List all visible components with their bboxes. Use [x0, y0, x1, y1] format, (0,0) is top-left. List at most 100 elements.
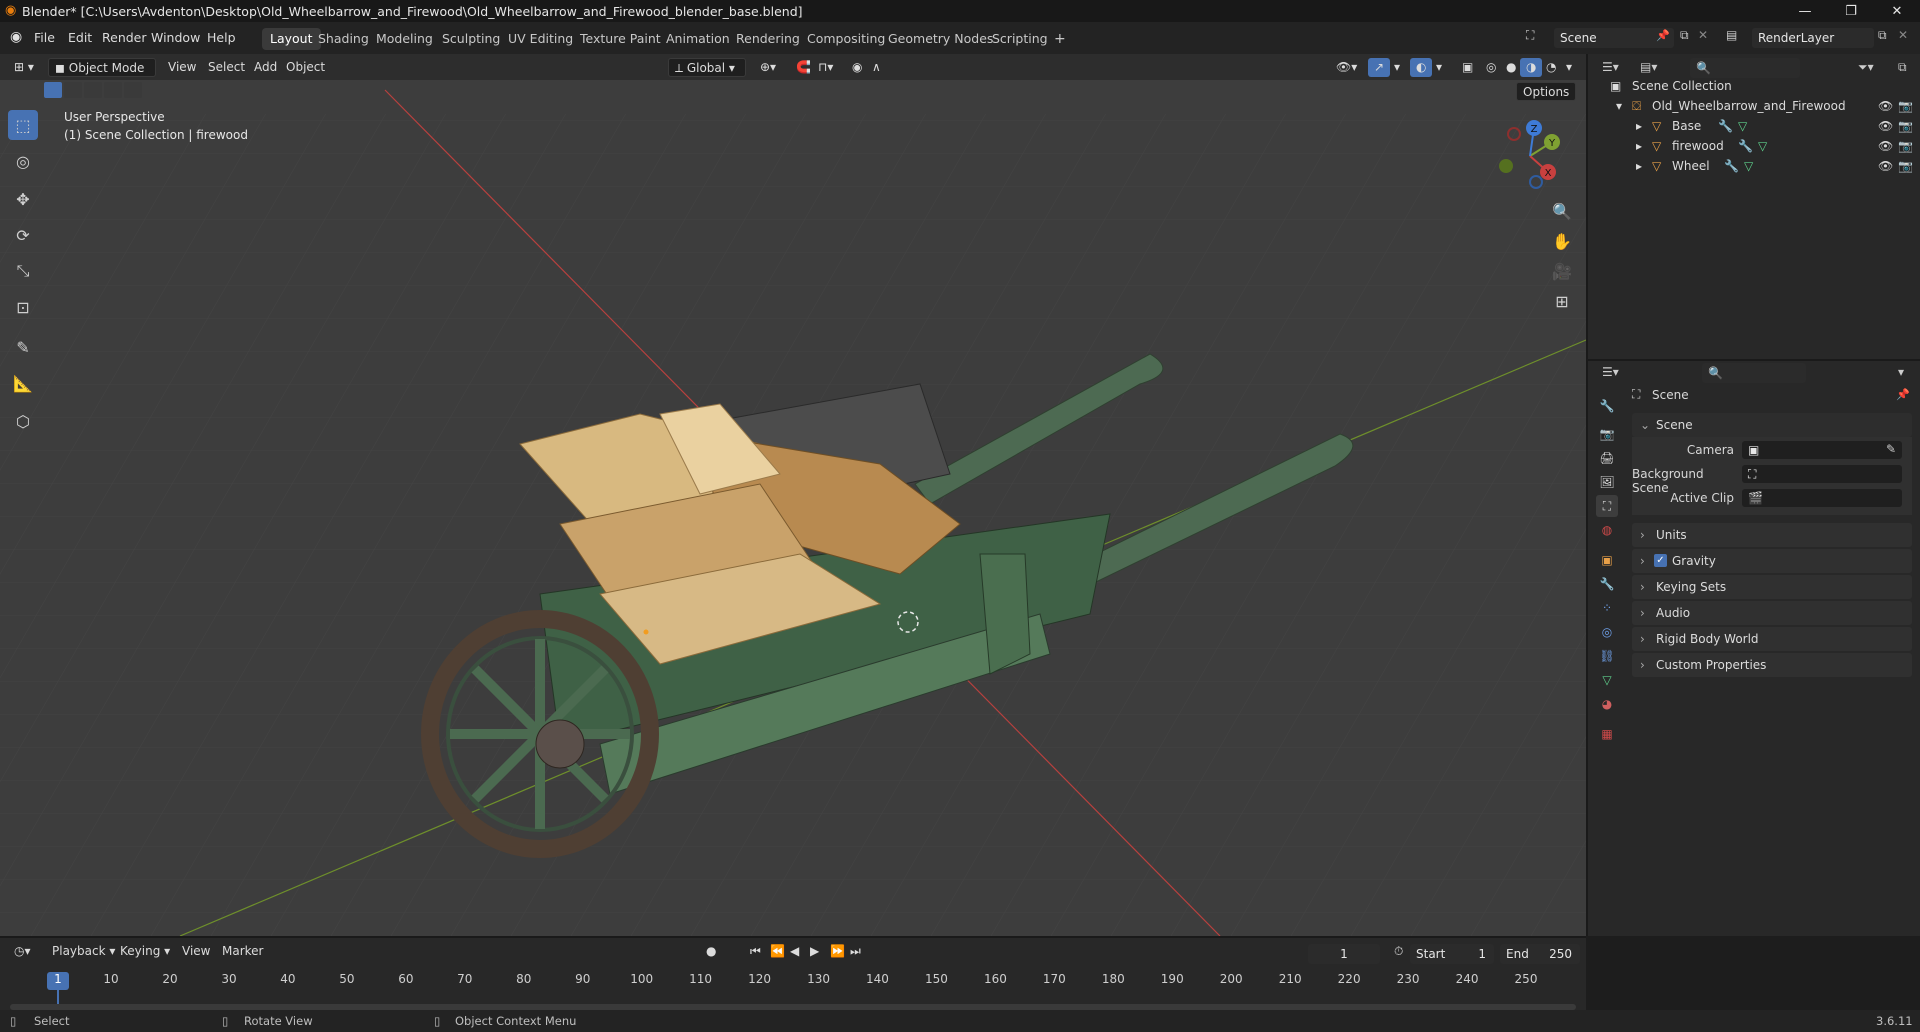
select-subtract-icon[interactable]: [84, 82, 102, 98]
modifier-icon[interactable]: 🔧: [1738, 136, 1753, 156]
gizmo-dropdown-icon[interactable]: ▾: [1388, 58, 1406, 77]
minimize-button[interactable]: —: [1782, 0, 1828, 22]
output-tab-icon[interactable]: 🖨: [1596, 447, 1618, 469]
orientation-dropdown[interactable]: ⟂ Global ▾: [668, 58, 746, 77]
eye-icon[interactable]: 👁: [1878, 156, 1893, 176]
tree-object-wheel[interactable]: Wheel: [1672, 156, 1710, 176]
collapse-icon[interactable]: ▾: [1898, 365, 1904, 379]
menu-edit[interactable]: Edit: [68, 30, 92, 45]
menu-select[interactable]: Select: [202, 58, 251, 77]
eye-icon[interactable]: 👁: [1878, 96, 1893, 116]
gravity-checkbox[interactable]: ✓: [1654, 554, 1667, 567]
tab-shading[interactable]: Shading: [310, 28, 377, 50]
physics-tab-icon[interactable]: ◎: [1596, 621, 1618, 643]
gravity-panel[interactable]: › ✓ Gravity: [1632, 549, 1912, 573]
menu-marker[interactable]: Marker: [216, 942, 269, 961]
mesh-data-icon[interactable]: ▽: [1738, 116, 1747, 136]
cursor-tool-icon[interactable]: ◎: [8, 146, 38, 176]
expand-arrow-icon[interactable]: ▸: [1636, 116, 1642, 136]
new-collection-icon[interactable]: ⧉: [1898, 60, 1907, 75]
tab-modeling[interactable]: Modeling: [368, 28, 441, 50]
display-mode-icon[interactable]: ▤▾: [1640, 60, 1657, 74]
zoom-icon[interactable]: 🔍: [1547, 196, 1577, 226]
options-button[interactable]: Options: [1516, 82, 1577, 101]
tool-tab-icon[interactable]: 🔧: [1596, 395, 1618, 417]
modifier-icon[interactable]: 🔧: [1718, 116, 1733, 136]
3d-viewport[interactable]: ⊞ ▾ ◼ Object Mode ▾ View Select Add Obje…: [0, 54, 1586, 936]
eye-icon[interactable]: 👁: [1878, 116, 1893, 136]
tab-sculpting[interactable]: Sculpting: [434, 28, 508, 50]
tree-scene-collection[interactable]: Scene Collection: [1632, 76, 1732, 96]
tab-rendering[interactable]: Rendering: [728, 28, 808, 50]
eye-icon[interactable]: 👁: [1878, 136, 1893, 156]
scene-panel-header[interactable]: ⌄ Scene: [1632, 413, 1912, 437]
close-button[interactable]: ✕: [1874, 0, 1920, 22]
tab-uv-editing[interactable]: UV Editing: [500, 28, 581, 50]
perspective-toggle-icon[interactable]: ⊞: [1547, 286, 1577, 316]
background-scene-field[interactable]: ⛶: [1742, 465, 1902, 483]
properties-search-input[interactable]: 🔍: [1702, 363, 1806, 383]
units-panel[interactable]: › Units: [1632, 523, 1912, 547]
particles-tab-icon[interactable]: ⁘: [1596, 597, 1618, 619]
overlay-dropdown-icon[interactable]: ▾: [1430, 58, 1448, 77]
outliner-editor-icon[interactable]: ☰▾: [1602, 60, 1619, 74]
tab-animation[interactable]: Animation: [658, 28, 738, 50]
play-icon[interactable]: ▶: [804, 942, 825, 961]
texture-tab-icon[interactable]: ▦: [1596, 723, 1618, 745]
select-box-tool-icon[interactable]: ⬚: [8, 110, 38, 140]
maximize-button[interactable]: ❐: [1828, 0, 1874, 22]
camera-field[interactable]: ▣: [1742, 441, 1902, 459]
tab-texture-paint[interactable]: Texture Paint: [572, 28, 669, 50]
tab-scripting[interactable]: Scripting: [984, 28, 1056, 50]
rotate-tool-icon[interactable]: ⟳: [8, 220, 38, 250]
add-workspace-button[interactable]: +: [1046, 28, 1074, 50]
start-frame-field[interactable]: Start 1: [1410, 944, 1494, 964]
end-frame-field[interactable]: End 250: [1500, 944, 1580, 964]
menu-add[interactable]: Add: [248, 58, 283, 77]
new-layer-icon[interactable]: ⧉: [1878, 28, 1887, 43]
falloff-icon[interactable]: ∧: [866, 58, 887, 77]
tree-collection-wheelbarrow[interactable]: Old_Wheelbarrow_and_Firewood: [1652, 96, 1846, 116]
outliner-search-input[interactable]: 🔍: [1690, 58, 1800, 78]
current-frame-field[interactable]: 1: [1308, 944, 1380, 964]
gizmo-toggle-icon[interactable]: ↗: [1368, 58, 1391, 77]
menu-playback[interactable]: Playback ▾: [46, 942, 121, 961]
camera-icon[interactable]: 📷: [1898, 156, 1913, 176]
menu-file[interactable]: File: [34, 30, 55, 45]
material-tab-icon[interactable]: ◕: [1596, 693, 1618, 715]
delete-layer-icon[interactable]: ✕: [1898, 28, 1908, 42]
expand-arrow-icon[interactable]: ▸: [1636, 156, 1642, 176]
scene-selector-icon[interactable]: ⛶: [1526, 28, 1534, 43]
menu-help[interactable]: Help: [207, 30, 236, 45]
measure-tool-icon[interactable]: 📐: [8, 368, 38, 398]
eyedropper-icon[interactable]: ✎: [1886, 442, 1896, 456]
modifier-icon[interactable]: 🔧: [1724, 156, 1739, 176]
select-invert-icon[interactable]: [104, 82, 122, 98]
tree-object-base[interactable]: Base: [1672, 116, 1701, 136]
tree-object-firewood[interactable]: firewood: [1672, 136, 1724, 156]
menu-window[interactable]: Window: [151, 30, 200, 45]
audio-panel[interactable]: › Audio: [1632, 601, 1912, 625]
camera-view-icon[interactable]: 🎥: [1547, 256, 1577, 286]
navigation-gizmo[interactable]: Y X Z: [1490, 116, 1570, 196]
rigid-body-world-panel[interactable]: › Rigid Body World: [1632, 627, 1912, 651]
xray-icon[interactable]: ▣: [1456, 58, 1479, 77]
delete-scene-icon[interactable]: ✕: [1698, 28, 1708, 42]
pivot-icon[interactable]: ⊕▾: [754, 58, 782, 77]
menu-render[interactable]: Render: [102, 30, 147, 45]
jump-end-icon[interactable]: ⏭: [844, 942, 867, 961]
constraints-tab-icon[interactable]: ⛓: [1596, 645, 1618, 667]
data-tab-icon[interactable]: ▽: [1596, 669, 1618, 691]
scale-tool-icon[interactable]: ⤡: [8, 256, 38, 286]
mode-dropdown[interactable]: ◼ Object Mode ▾: [48, 58, 156, 94]
expand-arrow-icon[interactable]: ▾: [1616, 96, 1622, 116]
object-tab-icon[interactable]: ▣: [1596, 549, 1618, 571]
camera-icon[interactable]: 📷: [1898, 96, 1913, 116]
play-reverse-icon[interactable]: ◀: [784, 942, 805, 961]
active-clip-field[interactable]: 🎬: [1742, 489, 1902, 507]
pan-hand-icon[interactable]: ✋: [1547, 226, 1577, 256]
filter-icon[interactable]: ⏷▾: [1858, 60, 1874, 75]
select-extend-icon[interactable]: [64, 82, 82, 98]
timeline-editor-icon[interactable]: ◷▾: [8, 942, 37, 961]
renderlayer-field[interactable]: RenderLayer: [1752, 28, 1874, 48]
